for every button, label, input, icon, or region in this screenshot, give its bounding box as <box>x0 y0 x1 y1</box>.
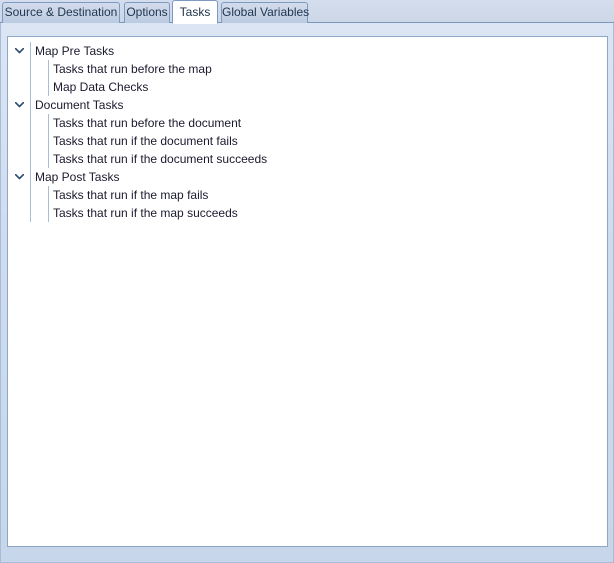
tree-guide-line-outer <box>30 150 31 168</box>
tree-item-label: Map Data Checks <box>53 80 149 94</box>
tree-item-row[interactable]: Tasks that run before the document <box>8 114 607 132</box>
tree-group-label: Map Post Tasks <box>35 170 120 184</box>
tree-item-row[interactable]: Tasks that run if the map fails <box>8 186 607 204</box>
tasks-tab-panel: Map Pre Tasks Tasks that run before the … <box>0 23 614 563</box>
tree-item-label: Tasks that run before the map <box>53 62 212 76</box>
tab-options[interactable]: Options <box>124 2 170 23</box>
tree-guide-line <box>48 204 49 222</box>
tree-item-row[interactable]: Map Data Checks <box>8 78 607 96</box>
tree-guide-line <box>48 186 49 204</box>
tree-guide-line <box>30 168 31 186</box>
tree-guide-line <box>48 114 49 132</box>
chevron-down-icon[interactable] <box>15 96 28 114</box>
tree-guide-line <box>48 150 49 168</box>
tab-label: Tasks <box>179 5 211 19</box>
tree-guide-line-outer <box>30 60 31 78</box>
tree-guide-line <box>30 42 31 60</box>
tree-guide-line-outer <box>30 186 31 204</box>
tree-guide-line <box>30 96 31 114</box>
tree-guide-line <box>48 78 49 96</box>
tasks-tree: Map Pre Tasks Tasks that run before the … <box>8 37 607 222</box>
tree-group-label: Map Pre Tasks <box>35 44 115 58</box>
tree-item-label: Tasks that run if the document fails <box>53 134 238 148</box>
chevron-down-icon[interactable] <box>15 42 28 60</box>
tree-group-row[interactable]: Map Post Tasks <box>8 168 607 186</box>
chevron-down-icon[interactable] <box>15 168 28 186</box>
tree-guide-line <box>48 60 49 78</box>
tab-strip: Source & Destination Options Tasks Globa… <box>0 0 614 24</box>
tree-group-label: Document Tasks <box>35 98 124 112</box>
tree-guide-line-outer <box>30 114 31 132</box>
tab-global-variables[interactable]: Global Variables <box>221 2 310 23</box>
tree-item-label: Tasks that run if the map succeeds <box>53 206 238 220</box>
tree-guide-line-outer <box>30 132 31 150</box>
tree-group-row[interactable]: Map Pre Tasks <box>8 42 607 60</box>
tree-item-label: Tasks that run before the document <box>53 116 242 130</box>
tree-item-row[interactable]: Tasks that run if the document succeeds <box>8 150 607 168</box>
tree-item-label: Tasks that run if the document succeeds <box>53 152 268 166</box>
tree-item-label: Tasks that run if the map fails <box>53 188 209 202</box>
tree-item-row[interactable]: Tasks that run if the document fails <box>8 132 607 150</box>
tree-guide-line <box>48 132 49 150</box>
tab-label: Global Variables <box>222 5 310 19</box>
tree-group-row[interactable]: Document Tasks <box>8 96 607 114</box>
tab-label: Source & Destination <box>4 5 118 19</box>
tab-label: Options <box>126 5 168 19</box>
tree-guide-line-outer <box>30 78 31 96</box>
tab-tasks[interactable]: Tasks <box>172 0 218 24</box>
tasks-tree-panel[interactable]: Map Pre Tasks Tasks that run before the … <box>7 36 608 547</box>
tab-source-destination[interactable]: Source & Destination <box>2 2 120 23</box>
tree-guide-line-outer <box>30 204 31 222</box>
tree-item-row[interactable]: Tasks that run before the map <box>8 60 607 78</box>
tree-item-row[interactable]: Tasks that run if the map succeeds <box>8 204 607 222</box>
